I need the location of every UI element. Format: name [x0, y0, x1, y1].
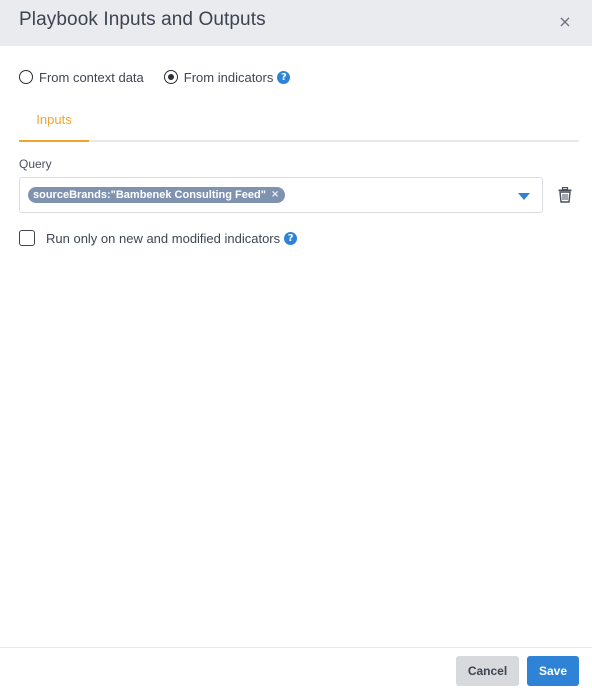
help-icon[interactable]: ?: [284, 231, 298, 245]
source-radio-group: From context data From indicators ?: [19, 67, 291, 87]
tab-bar: Inputs: [19, 110, 579, 142]
radio-from-context-data[interactable]: From context data: [19, 70, 144, 85]
run-only-row: Run only on new and modified indicators …: [19, 229, 298, 247]
dialog-footer: Cancel Save: [0, 647, 592, 691]
radio-label-context-data: From context data: [39, 69, 144, 85]
query-label: Query: [19, 157, 52, 171]
tab-active-indicator: [19, 140, 89, 142]
query-input[interactable]: sourceBrands:"Bambenek Consulting Feed" …: [19, 177, 543, 213]
radio-unchecked-icon[interactable]: [19, 70, 33, 84]
save-button[interactable]: Save: [527, 656, 579, 686]
radio-label-indicators: From indicators: [183, 69, 274, 85]
dialog-title: Playbook Inputs and Outputs: [19, 9, 266, 30]
chevron-down-icon[interactable]: [518, 193, 530, 200]
tab-inputs[interactable]: Inputs: [19, 110, 89, 142]
dialog-header: Playbook Inputs and Outputs ×: [0, 0, 592, 46]
query-chip-text: sourceBrands:"Bambenek Consulting Feed": [33, 189, 266, 201]
radio-from-indicators[interactable]: From indicators ?: [163, 69, 291, 85]
chip-remove-icon[interactable]: ×: [271, 187, 279, 203]
tab-inputs-label: Inputs: [36, 112, 72, 127]
cancel-button[interactable]: Cancel: [456, 656, 519, 686]
query-chip[interactable]: sourceBrands:"Bambenek Consulting Feed" …: [28, 187, 286, 203]
help-icon[interactable]: ?: [277, 70, 291, 84]
run-only-label: Run only on new and modified indicators: [46, 230, 281, 246]
radio-checked-icon[interactable]: [163, 70, 178, 84]
playbook-io-dialog: Playbook Inputs and Outputs × From conte…: [0, 0, 592, 691]
run-only-checkbox[interactable]: [19, 230, 35, 246]
trash-icon[interactable]: [558, 187, 572, 203]
close-icon[interactable]: ×: [556, 13, 574, 31]
